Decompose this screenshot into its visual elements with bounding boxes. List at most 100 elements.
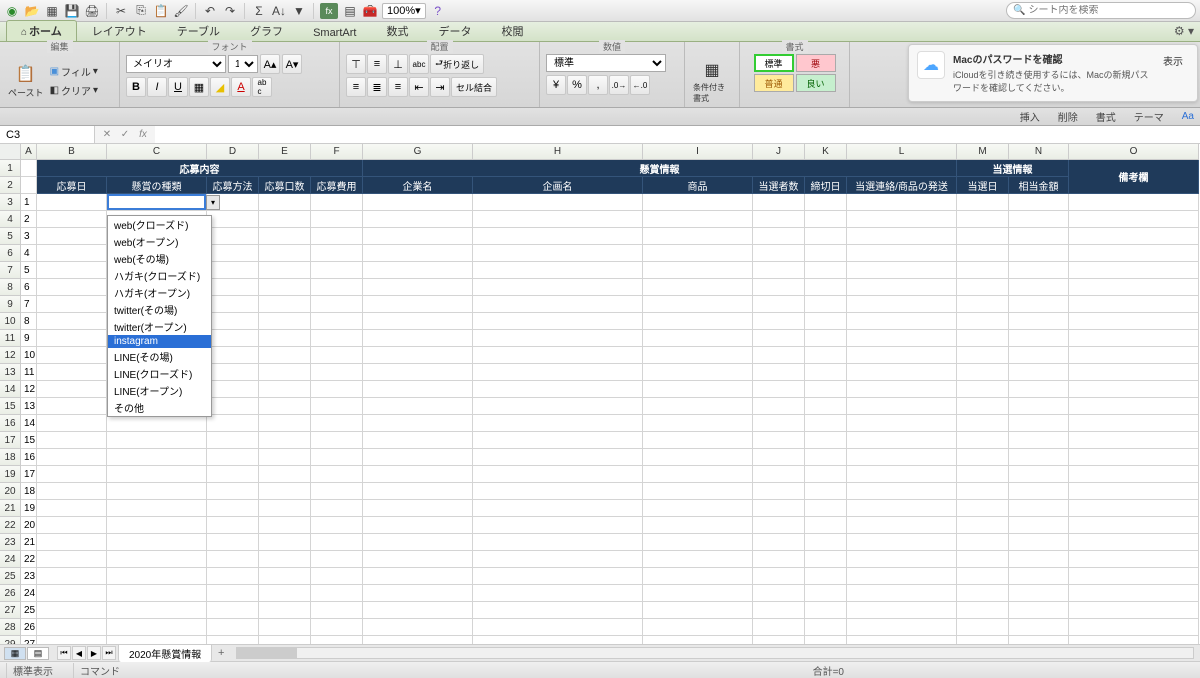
tab-home[interactable]: ⌂ホーム xyxy=(6,20,77,41)
ribbon-options-icon[interactable]: ⚙ ▾ xyxy=(1174,24,1194,38)
col-header[interactable]: I xyxy=(643,144,753,160)
font-name-select[interactable]: メイリオ xyxy=(126,55,226,73)
row-header[interactable]: 15 xyxy=(0,398,21,415)
fill-color-button[interactable]: ◢ xyxy=(210,77,230,97)
style-bad[interactable]: 悪 xyxy=(796,54,836,72)
tab-chart[interactable]: グラフ xyxy=(235,20,298,41)
dropdown-arrow[interactable]: ▾ xyxy=(206,195,220,210)
inc-decimal-button[interactable]: .0→ xyxy=(609,75,629,95)
align-bottom-button[interactable]: ⊥ xyxy=(388,54,408,74)
phonetic-button[interactable]: abc xyxy=(252,77,272,97)
dropdown-item[interactable]: web(その場) xyxy=(108,250,211,267)
row-header[interactable]: 5 xyxy=(0,228,21,245)
new-icon[interactable]: ▦ xyxy=(44,3,60,19)
toolbox-icon[interactable]: 🧰 xyxy=(362,3,378,19)
fill-button[interactable]: ▣フィル ▾ xyxy=(50,62,98,80)
accept-formula-icon[interactable]: ✓ xyxy=(117,128,133,142)
col-header[interactable]: E xyxy=(259,144,311,160)
gallery-icon[interactable]: ▤ xyxy=(342,3,358,19)
cancel-formula-icon[interactable]: ✕ xyxy=(99,128,115,142)
row-header[interactable]: 17 xyxy=(0,432,21,449)
row-header[interactable]: 2 xyxy=(0,177,21,194)
clear-button[interactable]: ◧クリア ▾ xyxy=(50,81,98,99)
col-header[interactable]: F xyxy=(311,144,363,160)
row-header[interactable]: 4 xyxy=(0,211,21,228)
dropdown-item[interactable]: ハガキ(オープン) xyxy=(108,284,211,301)
indent-inc-button[interactable]: ⇥ xyxy=(430,77,450,97)
sheet-search[interactable]: 🔍 xyxy=(1006,2,1196,19)
col-header[interactable]: A xyxy=(21,144,37,160)
merge-button[interactable]: セル結合 xyxy=(451,77,497,97)
help-icon[interactable]: ? xyxy=(430,3,446,19)
shrink-font-button[interactable]: A▾ xyxy=(282,54,302,74)
comma-button[interactable]: , xyxy=(588,75,608,95)
worksheet[interactable]: ABCDEFGHIJKLMNO 123456789101112131415161… xyxy=(0,144,1200,644)
row-header[interactable]: 28 xyxy=(0,619,21,636)
row-header[interactable]: 8 xyxy=(0,279,21,296)
paste-button[interactable]: 📋ペースト xyxy=(6,60,46,101)
align-top-button[interactable]: ⊤ xyxy=(346,54,366,74)
style-good[interactable]: 良い xyxy=(796,74,836,92)
text-style-menu[interactable]: Aa xyxy=(1182,111,1194,122)
row-header[interactable]: 11 xyxy=(0,330,21,347)
dropdown-item[interactable]: ハガキ(クローズド) xyxy=(108,267,211,284)
border-button[interactable]: ▦ xyxy=(189,77,209,97)
style-normal[interactable]: 標準 xyxy=(754,54,794,72)
conditional-format-button[interactable]: ▦条件付き書式 xyxy=(691,56,733,106)
align-center-button[interactable]: ≣ xyxy=(367,77,387,97)
theme-menu[interactable]: テーマ xyxy=(1134,109,1164,124)
tab-nav-first[interactable]: ⏮ xyxy=(57,646,71,660)
col-header[interactable]: J xyxy=(753,144,805,160)
tab-nav-prev[interactable]: ◀ xyxy=(72,646,86,660)
validation-dropdown[interactable]: web(クローズド)web(オープン)web(その場)ハガキ(クローズド)ハガキ… xyxy=(107,215,212,417)
format-painter-icon[interactable]: 🖌 xyxy=(173,3,189,19)
row-header[interactable]: 13 xyxy=(0,364,21,381)
tab-table[interactable]: テーブル xyxy=(162,20,235,41)
col-header[interactable]: M xyxy=(957,144,1009,160)
font-size-select[interactable]: 12 xyxy=(228,55,258,73)
orientation-button[interactable]: abc xyxy=(409,54,429,74)
style-neutral[interactable]: 普通 xyxy=(754,74,794,92)
col-header[interactable]: G xyxy=(363,144,473,160)
horizontal-scrollbar[interactable] xyxy=(236,647,1194,659)
col-header[interactable]: H xyxy=(473,144,643,160)
dropdown-item[interactable]: web(クローズド) xyxy=(108,216,211,233)
copy-icon[interactable]: ⎘ xyxy=(133,3,149,19)
col-header[interactable]: L xyxy=(847,144,957,160)
row-header[interactable]: 22 xyxy=(0,517,21,534)
row-header[interactable]: 26 xyxy=(0,585,21,602)
open-icon[interactable]: 📂 xyxy=(24,3,40,19)
row-header[interactable]: 3 xyxy=(0,194,21,211)
italic-button[interactable]: I xyxy=(147,77,167,97)
print-icon[interactable]: 🖨 xyxy=(84,3,100,19)
zoom-select[interactable]: 100% ▾ xyxy=(382,3,426,19)
fx-toggle-icon[interactable]: fx xyxy=(320,3,338,19)
wrap-button[interactable]: ⮐折り返し xyxy=(430,54,484,74)
sheet-tab[interactable]: 2020年懸賞情報 xyxy=(118,644,212,662)
row-header[interactable]: 10 xyxy=(0,313,21,330)
search-input[interactable] xyxy=(1028,5,1189,16)
select-all-corner[interactable] xyxy=(0,144,21,160)
col-header[interactable]: O xyxy=(1069,144,1199,160)
delete-menu[interactable]: 削除 xyxy=(1058,109,1078,124)
format-menu[interactable]: 書式 xyxy=(1096,109,1116,124)
row-header[interactable]: 25 xyxy=(0,568,21,585)
row-header[interactable]: 20 xyxy=(0,483,21,500)
tab-nav-last[interactable]: ⏭ xyxy=(102,646,116,660)
row-header[interactable]: 14 xyxy=(0,381,21,398)
undo-icon[interactable]: ↶ xyxy=(202,3,218,19)
col-header[interactable]: B xyxy=(37,144,107,160)
row-header[interactable]: 21 xyxy=(0,500,21,517)
align-right-button[interactable]: ≡ xyxy=(388,77,408,97)
dec-decimal-button[interactable]: ←.0 xyxy=(630,75,650,95)
underline-button[interactable]: U xyxy=(168,77,188,97)
tab-data[interactable]: データ xyxy=(423,20,486,41)
autosum-icon[interactable]: Σ xyxy=(251,3,267,19)
row-header[interactable]: 1 xyxy=(0,160,21,177)
tab-review[interactable]: 校閲 xyxy=(486,20,538,41)
col-header[interactable]: C xyxy=(107,144,207,160)
dropdown-item[interactable]: instagram xyxy=(108,335,211,348)
bold-button[interactable]: B xyxy=(126,77,146,97)
name-box[interactable]: C3 xyxy=(0,126,95,143)
row-header[interactable]: 7 xyxy=(0,262,21,279)
